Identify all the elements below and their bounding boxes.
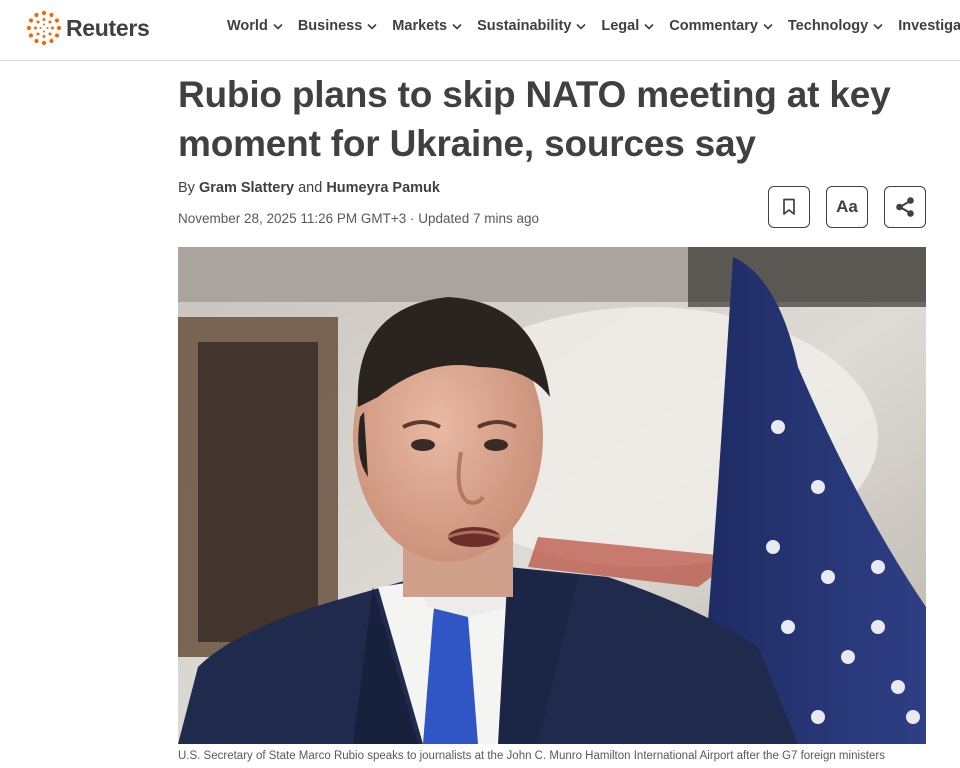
nav-item-business[interactable]: Business [298,18,377,34]
nav-item-label: Markets [392,18,448,34]
nav-item-commentary[interactable]: Commentary [669,18,773,34]
share-button[interactable] [884,186,926,228]
nav-item-label: Business [297,18,363,34]
nav-item-label: Sustainability [477,18,572,34]
nav-item-label: World [227,18,268,34]
reuters-wordmark: Reuters [66,14,150,41]
author-link-gram-slattery[interactable]: Gram Slattery [199,180,294,196]
text-size-label: Aa [836,197,858,216]
article-byline: By Gram Slattery and Humeyra Pamuk [178,180,440,196]
bookmark-icon [783,198,795,215]
reuters-logo[interactable]: Reuters [26,10,150,46]
reuters-logo-icon [26,10,62,46]
photo-caption: U.S. Secretary of State Marco Rubio spea… [178,750,885,762]
main-nav: World Business Markets Sustainability Le… [227,0,960,52]
photo-rubio-press [178,247,926,744]
chevron-down-icon [763,23,773,30]
nav-item-technology[interactable]: Technology [788,18,883,34]
author-link-humeyra-pamuk[interactable]: Humeyra Pamuk [326,180,440,196]
byline-conjunction: and [298,180,323,196]
chevron-down-icon [452,23,462,30]
chevron-down-icon [873,23,883,30]
text-size-button[interactable]: Aa [826,186,868,228]
nav-item-world[interactable]: World [227,18,283,34]
nav-item-legal[interactable]: Legal [601,18,654,34]
chevron-down-icon [644,23,654,30]
chevron-down-icon [273,23,283,30]
share-icon [896,197,914,217]
chevron-down-icon [576,23,586,30]
nav-item-label: Legal [601,18,640,34]
article-headline: Rubio plans to skip NATO meeting at key … [178,74,891,164]
nav-item-investigations[interactable]: Investigations [898,18,960,34]
bookmark-button[interactable] [768,186,810,228]
nav-item-label: Commentary [669,18,758,34]
chevron-down-icon [367,23,377,30]
article-dateline: November 28, 2025 11:26 PM GMT+3 · Updat… [178,211,540,226]
nav-item-label: Technology [787,18,869,34]
nav-item-label: Investigations [898,18,960,34]
site-header: Reuters World Business Markets Sustainab… [0,0,960,61]
nav-item-markets[interactable]: Markets [392,18,462,34]
lead-photo[interactable] [178,247,926,744]
nav-item-sustainability[interactable]: Sustainability [477,18,586,34]
byline-prefix: By [178,180,195,196]
